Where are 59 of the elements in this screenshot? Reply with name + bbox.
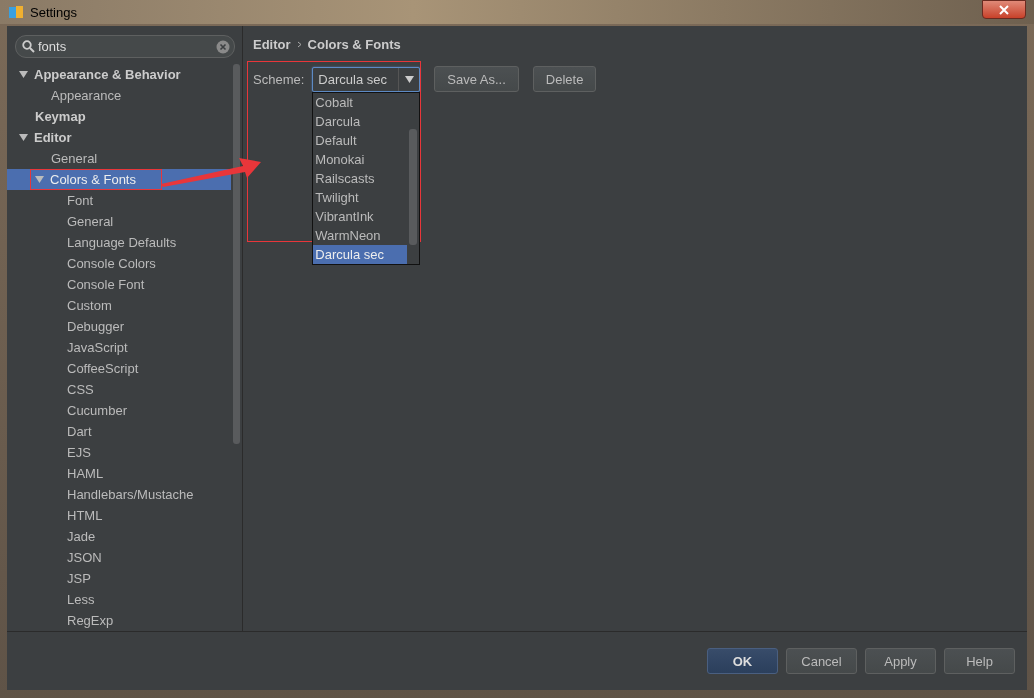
clear-icon[interactable] [216, 39, 230, 54]
tree-item[interactable]: Dart [7, 421, 231, 442]
tree-item[interactable]: Less [7, 589, 231, 610]
list-scrollbar[interactable] [409, 128, 418, 245]
tree-item[interactable]: Debugger [7, 316, 231, 337]
dialog-button[interactable]: OK [707, 648, 778, 674]
tree-item[interactable]: CoffeeScript [7, 358, 231, 379]
app-icon [8, 4, 24, 20]
tree-item[interactable]: Language Defaults [7, 232, 231, 253]
search-input[interactable]: fonts [38, 39, 213, 54]
tree-item[interactable]: Console Font [7, 274, 231, 295]
tree-item[interactable]: HTML [7, 505, 231, 526]
expand-arrow-icon[interactable] [19, 133, 28, 142]
close-icon [999, 4, 1009, 15]
tree-item[interactable]: Editor [7, 127, 231, 148]
close-button[interactable] [982, 0, 1026, 19]
dialog-button[interactable]: Cancel [786, 648, 857, 674]
breadcrumb-item: Editor [253, 36, 291, 52]
tree-item[interactable]: General [7, 211, 231, 232]
dropdown-option[interactable]: Darcula [313, 111, 420, 131]
scheme-button[interactable]: Delete [532, 66, 597, 92]
tree-item[interactable]: Console Colors [7, 253, 231, 274]
search-icon [22, 40, 35, 53]
tree-item[interactable]: Keymap [7, 106, 231, 127]
tree-item[interactable]: Custom [7, 295, 231, 316]
dropdown-option[interactable]: Railscasts [313, 168, 420, 188]
tree-item[interactable]: Appearance [7, 85, 231, 106]
tree-item[interactable]: CSS [7, 379, 231, 400]
scheme-button[interactable]: Save As... [434, 66, 519, 92]
tree-item[interactable]: RegExp [7, 610, 231, 631]
dropdown-option[interactable]: Twilight [313, 187, 420, 207]
expand-arrow-icon[interactable] [19, 70, 28, 79]
expand-arrow-icon[interactable] [35, 175, 44, 184]
search-field[interactable]: fonts [15, 35, 235, 58]
scheme-label: Scheme: [253, 71, 305, 87]
chevron-icon [296, 40, 302, 48]
dropdown-arrow-icon [404, 75, 414, 83]
tree-item[interactable]: JSON [7, 547, 231, 568]
tree-item[interactable]: Font [7, 190, 231, 211]
dropdown-option[interactable]: Default [313, 130, 420, 150]
tree-item[interactable]: Cucumber [7, 400, 231, 421]
dropdown-option[interactable]: WarmNeon [313, 225, 420, 245]
tree-item[interactable]: Appearance & Behavior [7, 64, 231, 85]
tree-item[interactable]: HAML [7, 463, 231, 484]
dropdown-option[interactable]: VibrantInk [313, 206, 420, 226]
tree-item[interactable]: Jade [7, 526, 231, 547]
tree-item[interactable]: JSP [7, 568, 231, 589]
dropdown-option[interactable]: Monokai [313, 149, 420, 169]
scrollbar[interactable] [233, 64, 240, 444]
tree-item[interactable]: JavaScript [7, 337, 231, 358]
dialog-button[interactable]: Help [944, 648, 1015, 674]
tree-item[interactable]: General [7, 148, 231, 169]
window-title: Settings [30, 4, 77, 20]
tree-item[interactable]: EJS [7, 442, 231, 463]
tree-item[interactable]: Handlebars/Mustache [7, 484, 231, 505]
breadcrumb-item: Colors & Fonts [307, 36, 401, 52]
dropdown-option[interactable]: Darcula sec [313, 244, 408, 264]
dialog-button[interactable]: Apply [865, 648, 936, 674]
dropdown-option[interactable]: Cobalt [313, 92, 420, 112]
